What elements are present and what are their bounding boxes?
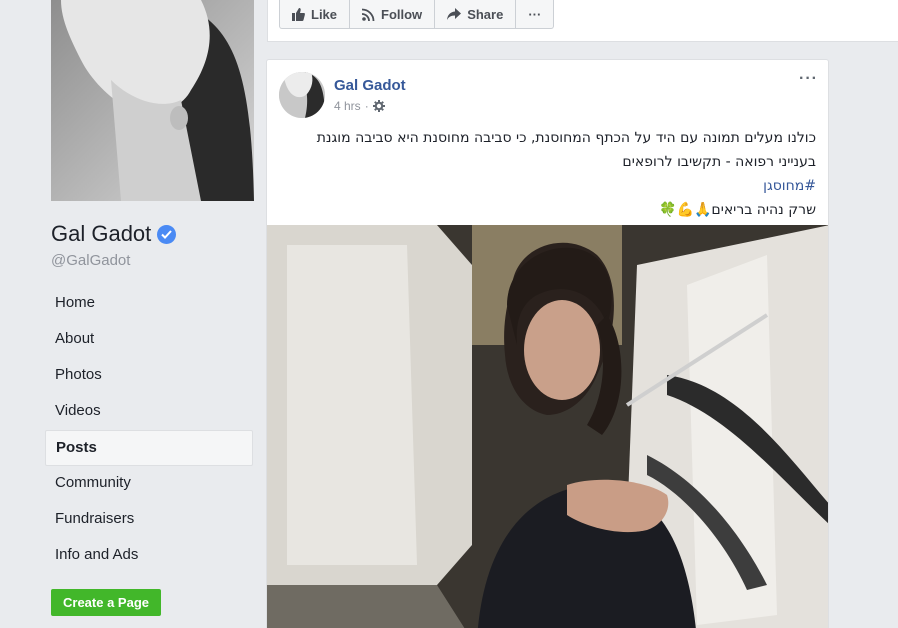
sidebar-item-fundraisers[interactable]: Fundraisers [45, 502, 253, 538]
more-actions-button[interactable]: ··· [516, 0, 553, 28]
post-hashtag[interactable]: #מחוסגן [286, 174, 816, 198]
create-page-button[interactable]: Create a Page [51, 589, 161, 616]
follow-label: Follow [381, 6, 423, 22]
verified-badge-icon [157, 224, 177, 244]
page-handle[interactable]: @GalGadot [51, 252, 130, 269]
post-text-line: שרק נהיה בריאים🙏💪🍀 [659, 202, 816, 218]
post-time-text: 4 hrs [334, 99, 361, 113]
post-options-icon[interactable]: ··· [799, 70, 818, 88]
like-page-button[interactable]: Like [280, 0, 351, 28]
follow-page-button[interactable]: Follow [350, 0, 436, 28]
public-gear-icon [372, 100, 385, 112]
sidebar-item-posts[interactable]: Posts [45, 430, 253, 466]
post-message: כולנו מעלים תמונה עם היד על הכתף המחוסנת… [286, 126, 816, 222]
separator-dot: · [364, 99, 369, 113]
share-page-button[interactable]: Share [435, 0, 517, 28]
sidebar-item-about[interactable]: About [45, 322, 253, 358]
page-name-text[interactable]: Gal Gadot [51, 221, 151, 247]
thumbs-up-icon [292, 7, 305, 21]
sidebar-item-photos[interactable]: Photos [45, 358, 253, 394]
post-author-avatar[interactable] [279, 72, 325, 118]
share-arrow-icon [447, 8, 462, 20]
rss-icon [362, 8, 375, 21]
sidebar-item-videos[interactable]: Videos [45, 394, 253, 430]
post-text-line: כולנו מעלים תמונה עם היד על הכתף המחוסנת… [316, 130, 816, 146]
more-dots-icon: ··· [528, 6, 542, 22]
post-photo[interactable] [267, 225, 828, 628]
share-label: Share [467, 6, 504, 22]
sidebar-item-info-and-ads[interactable]: Info and Ads [45, 538, 253, 574]
sidebar-item-community[interactable]: Community [45, 466, 253, 502]
sidebar-item-home[interactable]: Home [45, 286, 253, 322]
page-action-bar: Like Follow Share ··· [279, 0, 555, 29]
post-text-line: בענייני רפואה - תקשיבו לרופאים [622, 154, 816, 170]
profile-picture[interactable] [51, 0, 254, 201]
like-label: Like [311, 6, 338, 22]
page-name[interactable]: Gal Gadot [51, 221, 177, 247]
sidebar-nav: Home About Photos Videos Posts Community… [45, 286, 253, 574]
post-timestamp[interactable]: 4 hrs · [334, 99, 385, 113]
post-author-name[interactable]: Gal Gadot [334, 77, 406, 94]
post-card: Gal Gadot 4 hrs · ··· כולנו מעלים תמונה … [266, 59, 829, 628]
